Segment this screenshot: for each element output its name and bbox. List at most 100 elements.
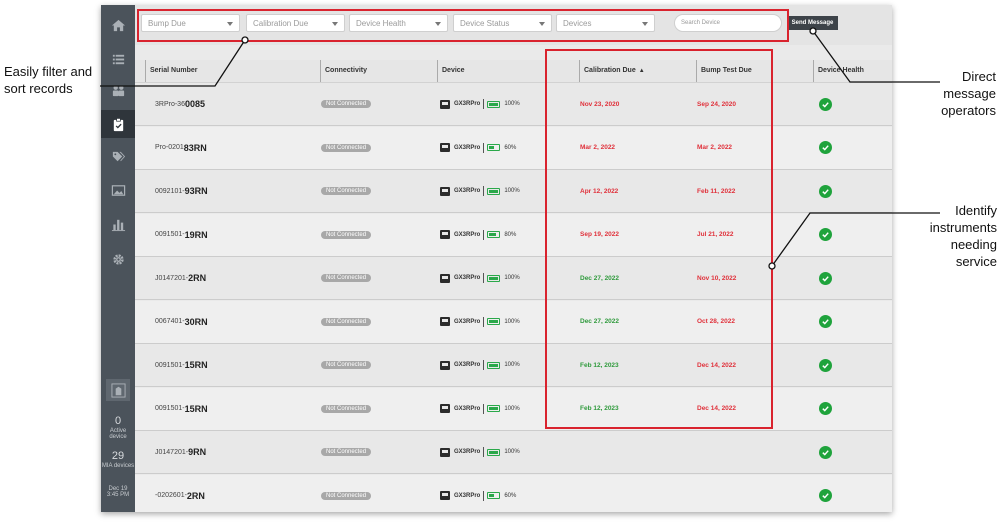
send-message-button[interactable]: Send Message	[787, 16, 838, 30]
device-health-cell	[819, 127, 832, 169]
table-row[interactable]: 0092101- 93RN Not Connected GX3RPro 100% Apr …	[135, 170, 892, 213]
serial-prefix: -0202601-	[155, 492, 187, 499]
connectivity-badge: Not Connected	[321, 230, 372, 239]
serial-number: 0091501- 19RN	[155, 214, 208, 256]
device-name: GX3RPro	[454, 275, 481, 281]
battery-percent: 60%	[504, 144, 517, 151]
bump-test-due-cell: Dec 14, 2022	[697, 344, 736, 386]
health-ok-icon	[819, 228, 832, 241]
nav-home-icon[interactable]	[101, 11, 135, 39]
sidebar: 0 Active device 29 MIA devices Dec 19 3:…	[101, 5, 135, 512]
annotation-filter: Easily filter and sort records	[4, 64, 93, 96]
filter-dropdown-bump-due[interactable]: Bump Due	[141, 14, 240, 32]
connectivity-badge: Not Connected	[321, 491, 372, 500]
filter-label: Bump Due	[148, 19, 186, 28]
serial-prefix: 0091501-	[155, 361, 185, 369]
device-cell: GX3RPro 60%	[440, 475, 516, 513]
table-row[interactable]: 0091501- 15RN Not Connected GX3RPro 100% Feb …	[135, 344, 892, 387]
device-name: GX3RPro	[454, 101, 481, 107]
battery-fill	[489, 450, 499, 454]
battery-percent: 80%	[504, 231, 517, 238]
search-placeholder: Search Device	[681, 20, 721, 26]
filter-dropdown-devices[interactable]: Devices	[556, 14, 655, 32]
connectivity-cell: Not Connected	[321, 344, 372, 386]
table-row[interactable]: -0202601- 2RN Not Connected GX3RPro 60%	[135, 474, 892, 513]
bar-chart-icon	[111, 219, 125, 231]
nav-tags-icon[interactable]	[101, 142, 135, 170]
chevron-down-icon	[332, 22, 338, 26]
connectivity-badge: Not Connected	[321, 448, 372, 456]
device-icon	[440, 491, 450, 500]
table-row[interactable]: Pro-0201 83RN Not Connected GX3RPro 60% Mar 2…	[135, 126, 892, 170]
serial-suffix: 19RN	[184, 229, 208, 240]
connectivity-cell: Not Connected	[321, 257, 372, 299]
checkmark-icon	[822, 232, 829, 238]
serial-number: Pro-0201 83RN	[155, 127, 207, 169]
table-row[interactable]: 0091501- 19RN Not Connected GX3RPro 80% Sep 1…	[135, 213, 892, 257]
col-serial-number[interactable]: Serial Number	[145, 60, 197, 82]
serial-suffix: 15RN	[184, 360, 208, 370]
device-cell: GX3RPro 80%	[440, 214, 516, 256]
device-icon	[440, 143, 450, 152]
battery-fill	[489, 320, 499, 323]
mia-device-stat: 29 MIA devices	[101, 450, 135, 469]
col-bump-test-due[interactable]: Bump Test Due	[696, 60, 752, 82]
bump-test-due-cell: Nov 10, 2022	[697, 257, 736, 299]
col-device[interactable]: Device	[437, 60, 465, 82]
connectivity-cell: Not Connected	[321, 431, 372, 473]
health-ok-icon	[819, 184, 832, 198]
calibration-due-date: Apr 12, 2022	[580, 187, 619, 195]
bump-test-due-date: Feb 11, 2022	[697, 187, 736, 195]
serial-suffix: 2RN	[188, 273, 207, 283]
device-name: GX3RPro	[454, 231, 481, 238]
nav-gear-icon[interactable]	[101, 245, 135, 273]
filter-dropdown-device-status[interactable]: Device Status	[453, 14, 552, 32]
battery-fill	[489, 494, 495, 497]
battery-icon	[487, 274, 501, 282]
device-cell: GX3RPro 100%	[440, 170, 520, 212]
col-calibration-due[interactable]: Calibration Due ▲	[579, 60, 645, 82]
nav-list-icon[interactable]	[101, 45, 135, 73]
connectivity-cell: Not Connected	[321, 388, 372, 430]
bump-test-due-date: Jul 21, 2022	[697, 231, 734, 238]
battery-percent: 100%	[504, 275, 520, 281]
calibration-due-date: Mar 2, 2022	[580, 144, 616, 151]
checkmark-icon	[822, 406, 829, 412]
table-row[interactable]: J0147201- 2RN Not Connected GX3RPro 100% Dec …	[135, 257, 892, 300]
nav-clipboard-icon[interactable]	[101, 110, 135, 138]
battery-icon	[487, 100, 501, 108]
nav-bar-chart-icon[interactable]	[101, 210, 135, 238]
filter-label: Devices	[563, 19, 592, 28]
checkmark-icon	[822, 319, 829, 325]
bump-test-due-date: Mar 2, 2022	[697, 144, 733, 151]
device-icon	[440, 99, 450, 109]
nav-image-icon[interactable]	[101, 176, 135, 204]
active-device-count: 0	[114, 415, 122, 427]
table-row[interactable]: 3RPro-36 0085 Not Connected GX3RPro 100% Nov …	[135, 83, 892, 126]
device-health-cell	[819, 170, 832, 212]
filter-dropdown-device-health[interactable]: Device Health	[349, 14, 448, 32]
serial-number: -0202601- 2RN	[155, 475, 205, 513]
nav-people-icon[interactable]	[101, 76, 135, 104]
col-device-health[interactable]: Device Health	[813, 60, 864, 82]
calibration-due-date: Dec 27, 2022	[580, 318, 620, 325]
calibration-due-date: Feb 12, 2023	[580, 361, 619, 369]
device-health-cell	[819, 388, 832, 430]
health-ok-icon	[819, 271, 832, 285]
filter-bar: Search Device Send Message Bump Due Calib…	[135, 5, 892, 45]
col-connectivity[interactable]: Connectivity	[320, 60, 367, 82]
connectivity-cell: Not Connected	[321, 127, 372, 169]
bump-test-due-date: Nov 10, 2022	[697, 274, 737, 282]
table-row[interactable]: 0091501- 15RN Not Connected GX3RPro 100% Feb …	[135, 387, 892, 431]
table-row[interactable]: 0067401- 30RN Not Connected GX3RPro 100% Dec …	[135, 300, 892, 344]
bump-test-due-date: Sep 24, 2020	[697, 100, 737, 108]
connectivity-cell: Not Connected	[321, 475, 372, 513]
table-row[interactable]: J0147201- 9RN Not Connected GX3RPro 100%	[135, 431, 892, 474]
nav-building-icon[interactable]	[106, 379, 130, 401]
annotation-message: Direct message operators	[941, 69, 996, 118]
filter-dropdown-calibration-due[interactable]: Calibration Due	[246, 14, 345, 32]
serial-prefix: J0147201-	[155, 274, 189, 282]
device-icon	[440, 186, 450, 196]
search-input[interactable]: Search Device	[674, 14, 782, 32]
calibration-due-date: Feb 12, 2023	[580, 405, 619, 412]
